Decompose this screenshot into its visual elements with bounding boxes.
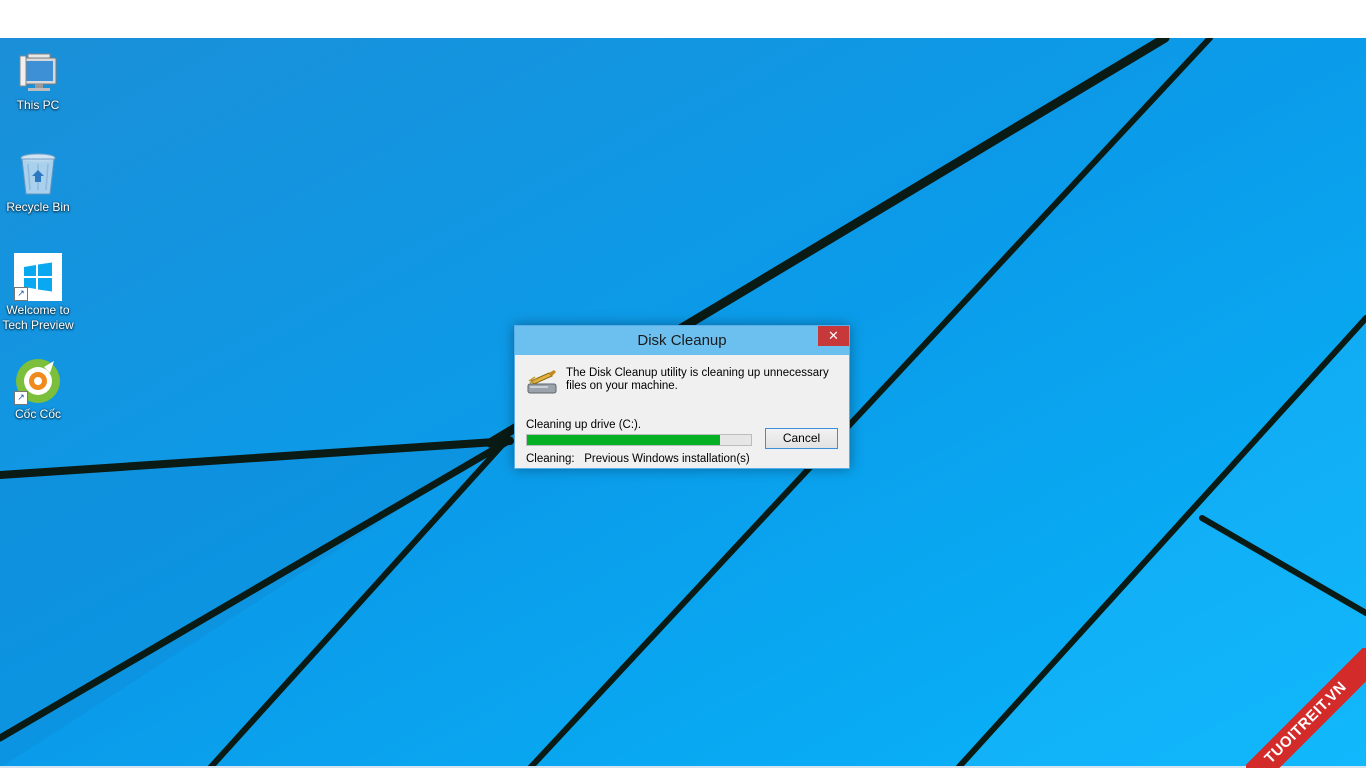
cleaning-status: Cleaning: Previous Windows installation(… [526, 453, 750, 465]
shortcut-arrow-icon: ↗ [14, 287, 28, 301]
drive-status-text: Cleaning up drive (C:). [526, 419, 642, 431]
cleanup-progress-bar [526, 434, 752, 446]
watermark-text: TUOITREIT.VN [1246, 648, 1366, 768]
desktop-icon-label-line1: Welcome to [6, 303, 70, 317]
desktop-icon-coc-coc[interactable]: ↗ Cốc Cốc [0, 357, 76, 422]
disk-cleanup-dialog: Disk Cleanup ✕ The Disk Cleanup utility … [514, 325, 850, 469]
cancel-button[interactable]: Cancel [765, 428, 838, 449]
progress-fill [527, 435, 720, 445]
top-white-strip [0, 0, 1366, 38]
desktop-icon-label: Cốc Cốc [14, 407, 61, 421]
watermark: TUOITREIT.VN [1246, 648, 1366, 768]
coc-coc-browser-icon: ↗ [14, 357, 62, 405]
dialog-title: Disk Cleanup [637, 332, 727, 349]
desktop-icon-this-pc[interactable]: This PC [0, 48, 76, 113]
desktop-icon-welcome-tech-preview[interactable]: ↗ Welcome to Tech Preview [0, 253, 76, 333]
this-pc-icon [14, 48, 62, 96]
cleaning-label: Cleaning: [526, 453, 575, 465]
close-icon: ✕ [828, 328, 839, 343]
cleaning-item: Previous Windows installation(s) [584, 453, 750, 465]
dialog-titlebar[interactable]: Disk Cleanup ✕ [515, 326, 849, 355]
close-button[interactable]: ✕ [818, 326, 849, 346]
windows-logo-icon: ↗ [14, 253, 62, 301]
recycle-bin-icon [14, 150, 62, 198]
shortcut-arrow-icon: ↗ [14, 391, 28, 405]
dialog-message: The Disk Cleanup utility is cleaning up … [566, 367, 829, 392]
desktop-icon-recycle-bin[interactable]: Recycle Bin [0, 150, 76, 215]
desktop-icon-label: This PC [16, 98, 60, 112]
disk-cleanup-icon [525, 367, 559, 397]
desktop-icon-label-line2: Tech Preview [2, 318, 74, 332]
desktop-icon-label: Recycle Bin [6, 200, 70, 214]
